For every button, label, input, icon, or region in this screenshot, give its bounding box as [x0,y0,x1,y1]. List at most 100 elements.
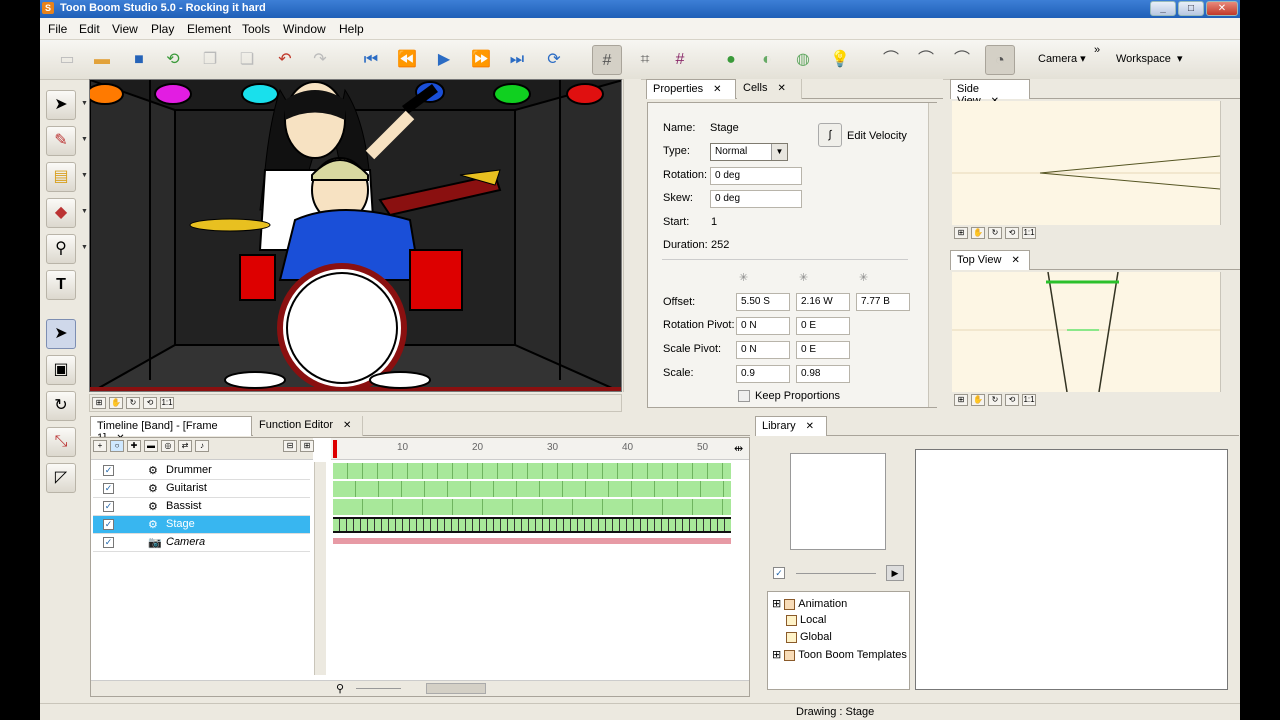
view-actual-size-icon[interactable]: 1:1 [1022,227,1036,239]
menu-window[interactable]: Window [283,22,326,36]
menu-help[interactable]: Help [339,22,364,36]
scale-tool-icon[interactable]: ⤡ [46,427,76,457]
field-grid-icon[interactable]: ⌗ [630,45,660,75]
import-icon[interactable]: ⟲ [158,45,188,75]
skew-tool-icon[interactable]: ◸ [46,463,76,493]
library-preview-slider[interactable] [796,573,876,574]
type-select[interactable]: Normal ▼ [710,143,788,161]
rotate-tool-icon[interactable]: ↻ [46,391,76,421]
menu-element[interactable]: Element [187,22,231,36]
zoom-tool-icon[interactable]: ⚲ [46,234,76,264]
view-hand-icon[interactable]: ✋ [109,397,123,409]
camera-dropdown[interactable]: Camera ▾ [1038,52,1086,65]
paste-icon[interactable]: ❏ [232,45,262,75]
layer-visibility-checkbox[interactable]: ✓ [103,519,114,530]
view-reset-icon[interactable]: ⟲ [143,397,157,409]
layer-list-scrollbar[interactable] [314,462,326,675]
path-pivot-icon[interactable]: ⌒ [947,45,977,75]
timeline-track-stage[interactable] [333,517,731,533]
collapse-icon[interactable]: ⊞ [300,440,314,452]
tree-item-animation[interactable]: ⊞ Animation [772,597,847,610]
library-preview-checkbox[interactable]: ✓ [773,567,785,579]
camera-view-vertical-scrollbar[interactable] [623,79,641,392]
tool-submenu-icon[interactable]: ▼ [81,208,88,215]
previous-frame-icon[interactable]: ⏪ [392,45,422,75]
lock-icon[interactable]: ✳ [799,271,808,284]
camera-layer-icon[interactable]: ◎ [161,440,175,452]
maximize-icon[interactable]: □ [1178,1,1204,16]
delete-layer-icon[interactable]: ▬ [144,440,158,452]
undo-icon[interactable]: ↶ [270,45,300,75]
add-layer-icon[interactable]: + [93,440,107,452]
menu-play[interactable]: Play [151,22,174,36]
frame-ruler[interactable]: 10 20 30 40 50 ⇹ [331,438,749,460]
library-content-area[interactable] [915,449,1228,690]
close-icon[interactable]: ✕ [806,421,814,432]
offset-ew-field[interactable]: 2.16 W [796,293,850,311]
tool-submenu-icon[interactable]: ▼ [81,136,88,143]
tab-timeline[interactable]: Timeline [Band] - [Frame 1]✕ [90,416,252,444]
timeline-track-guitarist[interactable] [333,481,731,497]
properties-scrollbar[interactable] [928,103,937,407]
layer-row-bassist[interactable]: ✓ ⚙ Bassist [93,498,310,516]
workspace-dropdown[interactable]: Workspace ▾ [1116,52,1182,65]
rotation-field[interactable]: 0 deg [710,167,802,185]
timeline-horizontal-scrollbar[interactable] [426,683,486,694]
tab-side-view[interactable]: Side View✕ [950,79,1030,107]
tree-item-toon-boom-templates[interactable]: ⊞ Toon Boom Templates [772,648,907,661]
scale-x-field[interactable]: 0.9 [736,365,790,383]
tab-top-view[interactable]: Top View ✕ [950,250,1030,270]
view-hand-icon[interactable]: ✋ [971,227,985,239]
scale-pivot-n-field[interactable]: 0 N [736,341,790,359]
toolbar-overflow-icon[interactable]: » [1094,44,1100,56]
menu-view[interactable]: View [112,22,138,36]
lock-icon[interactable]: ✳ [859,271,868,284]
add-drawing-icon[interactable]: ✚ [127,440,141,452]
open-folder-icon[interactable]: ▬ [87,45,117,75]
menu-edit[interactable]: Edit [79,22,100,36]
grid-icon[interactable]: # [592,45,622,75]
tool-submenu-icon[interactable]: ▼ [81,172,88,179]
view-reset-icon[interactable]: ⟲ [1005,227,1019,239]
play-icon[interactable]: ▶ [429,45,459,75]
layer-row-stage[interactable]: ✓ ⚙ Stage [93,516,310,534]
eraser-tool-icon[interactable]: ◆ [46,198,76,228]
save-icon[interactable]: ■ [124,45,154,75]
keep-proportions-checkbox[interactable] [738,390,750,402]
view-rotate-icon[interactable]: ↻ [988,394,1002,406]
next-frame-icon[interactable]: ⏩ [466,45,496,75]
top-view-scrollbar[interactable] [1220,272,1238,392]
tree-item-global[interactable]: Global [786,631,832,643]
menu-tools[interactable]: Tools [242,22,270,36]
view-zoom-icon[interactable]: ⊞ [954,394,968,406]
offset-ns-field[interactable]: 5.50 S [736,293,790,311]
rotation-pivot-e-field[interactable]: 0 E [796,317,850,335]
element-select-tool-icon[interactable]: ➤ [46,319,76,349]
view-rotate-icon[interactable]: ↻ [126,397,140,409]
skew-field[interactable]: 0 deg [710,190,802,208]
peg-icon[interactable]: ○ [110,440,124,452]
layer-visibility-checkbox[interactable]: ✓ [103,501,114,512]
brush-tool-icon[interactable]: ✎ [46,126,76,156]
scale-pivot-e-field[interactable]: 0 E [796,341,850,359]
expand-icon[interactable]: ⊟ [283,440,297,452]
tab-library[interactable]: Library ✕ [755,416,827,436]
close-icon[interactable]: ✕ [713,84,721,95]
copy-icon[interactable]: ❐ [195,45,225,75]
layer-visibility-checkbox[interactable]: ✓ [103,537,114,548]
tool-submenu-icon[interactable]: ▼ [81,100,88,107]
new-icon[interactable]: ▭ [52,45,82,75]
light-bulb-icon[interactable]: 💡 [825,45,855,75]
view-zoom-icon[interactable]: ⊞ [954,227,968,239]
camera-view[interactable] [89,79,622,392]
timeline-track-drummer[interactable] [333,463,731,479]
loop-icon[interactable]: ⟳ [539,45,569,75]
lock-icon[interactable]: ✳ [739,271,748,284]
view-actual-size-icon[interactable]: 1:1 [160,397,174,409]
safe-area-icon[interactable]: # [665,45,695,75]
zoom-icon[interactable]: ⚲ [336,682,344,695]
tab-properties[interactable]: Properties ✕ [646,79,736,99]
select-tool-icon[interactable]: ➤ [46,90,76,120]
zoom-slider[interactable] [356,688,401,689]
view-reset-icon[interactable]: ⟲ [1005,394,1019,406]
